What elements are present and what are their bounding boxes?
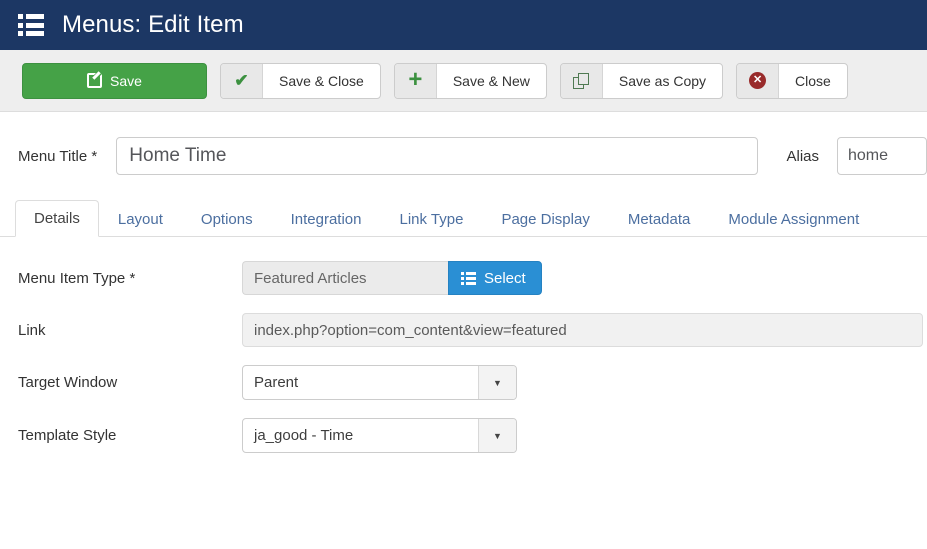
target-window-label: Target Window [18,374,118,391]
menu-item-type-label: Menu Item Type * [18,269,136,287]
toolbar: Save ✔ Save & Close + Save & New Save as… [0,50,927,112]
page-header: Menus: Edit Item [0,0,927,50]
save-as-copy-button[interactable]: Save as Copy [559,62,724,99]
tab-link-type[interactable]: Link Type [381,201,483,237]
alias-input[interactable] [837,137,927,175]
save-and-new-button[interactable]: + Save & New [393,62,547,99]
menu-list-icon [18,14,44,36]
menu-title-input[interactable] [116,137,759,175]
tab-bar: Details Layout Options Integration Link … [0,197,927,237]
close-label: Close [795,72,831,89]
select-menu-item-type-button[interactable]: Select [448,261,542,295]
plus-icon: + [394,63,437,98]
save-and-close-label: Save & Close [279,72,364,89]
tab-layout[interactable]: Layout [99,201,182,237]
link-label: Link [18,321,46,339]
alias-label: Alias [786,147,819,165]
tab-options[interactable]: Options [182,201,272,237]
chevron-down-icon[interactable]: ▼ [478,419,516,452]
menu-list-icon [461,271,476,285]
menu-title-row: Menu Title * Alias [0,112,927,175]
tab-integration[interactable]: Integration [272,201,381,237]
menu-item-type-row: Menu Item Type * Featured Articles Selec… [0,261,927,295]
chevron-down-icon[interactable]: ▼ [478,366,516,399]
menu-title-label: Menu Title * [18,147,98,165]
close-button[interactable]: ✕ Close [736,62,848,99]
save-button[interactable]: Save [22,62,207,99]
tab-module-assignment[interactable]: Module Assignment [709,201,878,237]
copy-icon [560,63,603,98]
check-icon: ✔ [221,63,263,98]
save-and-new-label: Save & New [452,72,530,89]
pencil-square-icon [87,73,103,88]
link-value: index.php?option=com_content&view=featur… [242,313,923,347]
tab-details[interactable]: Details [15,200,99,237]
template-style-label: Template Style [18,427,117,444]
save-and-close-button[interactable]: ✔ Save & Close [220,62,381,99]
tab-page-display[interactable]: Page Display [482,201,608,237]
template-style-select[interactable]: ja_good - Time ▼ [242,418,517,453]
page-title: Menus: Edit Item [62,11,244,38]
target-window-select[interactable]: Parent ▼ [242,365,517,400]
target-window-row: Target Window Parent ▼ [0,365,927,400]
save-button-label: Save [110,72,142,89]
tab-metadata[interactable]: Metadata [609,201,710,237]
target-window-value: Parent [254,374,299,391]
menu-item-type-value: Featured Articles [242,261,448,295]
select-button-label: Select [484,269,526,287]
link-row: Link index.php?option=com_content&view=f… [0,313,927,347]
template-style-row: Template Style ja_good - Time ▼ [0,418,927,453]
save-as-copy-label: Save as Copy [618,72,707,89]
details-form: Menu Item Type * Featured Articles Selec… [0,237,927,453]
x-circle-icon: ✕ [737,63,780,98]
template-style-value: ja_good - Time [254,427,354,444]
